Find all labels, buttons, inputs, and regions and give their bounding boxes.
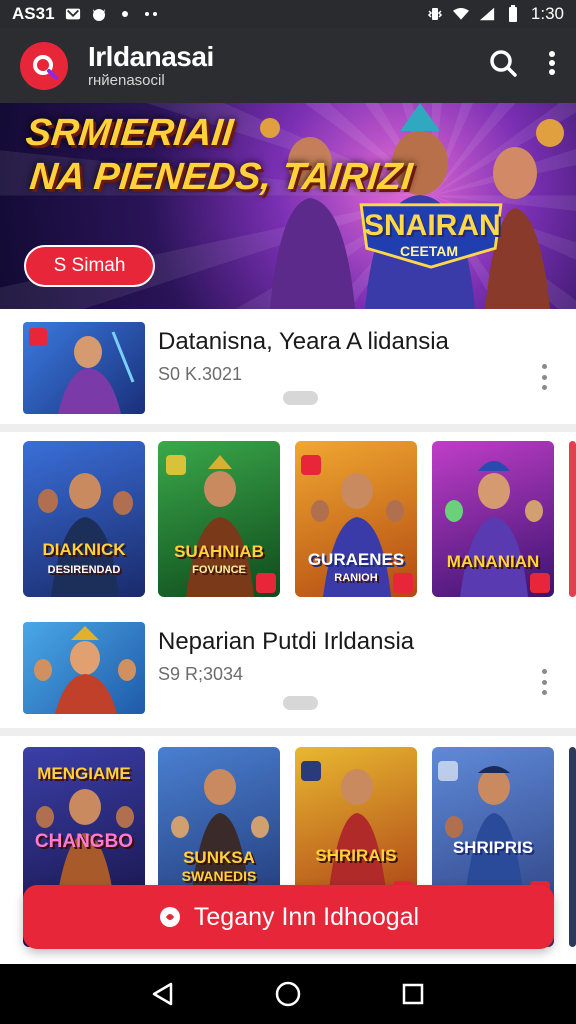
list-item[interactable]: Neparian Putdi Irldansia S9 R;3034 [0,612,576,722]
app-subtitle: rнйеnasocil [88,72,165,89]
game-card-title: MENGIAME [37,764,131,783]
clock: 1:30 [530,4,564,23]
card-badge-icon [256,573,276,593]
overflow-menu-icon[interactable] [548,50,556,81]
row-meta: S0 K.3021 [158,364,243,384]
status-bar: AS31 1:30 [0,0,576,28]
game-grid-1: DIAKNICK DESIRENDAD SUAHNIAB FOVUNCE GUR… [0,441,576,599]
game-card-subtitle: DESIRENDAD [47,564,121,576]
back-icon[interactable] [149,980,177,1008]
card-badge-icon [530,573,550,593]
game-card[interactable]: MANANIAN [432,441,554,597]
battery-icon [505,5,521,22]
row-thumbnail [23,622,145,714]
row-more-icon[interactable] [536,364,552,390]
row-more-icon[interactable] [536,669,552,695]
row-thumbnail [23,322,145,414]
list-item[interactable]: Datanisna, Yeara A lidansia S0 K.3021 [0,312,576,422]
cat-notification-icon [91,6,107,22]
app-logo-icon[interactable] [20,41,68,90]
row-title: Neparian Putdi Irldansia [158,628,415,655]
game-card-title: GURAENES [307,550,405,569]
game-card-partial[interactable] [569,441,576,597]
game-card-title: DIAKNICK [42,540,126,559]
fab-icon [158,905,182,929]
game-card-title: SUAHNIAB [174,542,264,561]
divider [0,424,576,432]
dot-notification-icon [117,6,133,22]
game-card[interactable]: GURAENES RANIOH [295,441,417,597]
system-nav-bar [0,964,576,1024]
banner-headline-line1: SRMIERIAII [23,112,236,154]
card-badge-icon [393,573,413,593]
row-indicator [283,696,318,710]
game-card-partial[interactable] [569,747,576,947]
recents-icon[interactable] [399,980,427,1008]
carrier-label: AS31 [12,4,55,23]
banner-cta-button[interactable]: S Simah [24,245,155,287]
game-logo-subtitle: CEETAM [400,243,459,259]
search-icon[interactable] [488,48,518,83]
game-card[interactable]: DIAKNICK DESIRENDAD [23,441,145,597]
app-title: Irldanasai [88,41,214,72]
hero-banner[interactable]: SRMIERIAII NA PIENEDS, TAIRIZI SNAIRAN C… [0,103,576,309]
mail-icon [65,6,81,22]
game-card-title: SHRIPRIS [452,838,534,857]
row-meta: S9 R;3034 [158,664,244,684]
banner-headline-line2: NA PIENEDS, TAIRIZI [27,156,415,198]
game-card-title: MANANIAN [446,552,540,571]
fab-label: Tegany Inn Idhoogal [193,902,420,931]
vibrate-icon [427,6,443,22]
row-title: Datanisna, Yeara A lidansia [158,328,449,355]
signal-icon [479,6,495,22]
home-icon[interactable] [274,980,302,1008]
game-card-title: SHRIRAIS [315,846,397,865]
game-card-subtitle: CHANGBO [34,831,134,852]
app-bar: Irldanasai rнйеnasocil [0,28,576,103]
game-card-title: SUNKSA [183,848,255,867]
row-indicator [283,391,318,405]
more-notifications-icon [143,6,159,22]
game-card-subtitle: SWANEDIS [181,868,257,884]
game-card[interactable]: SUAHNIAB FOVUNCE [158,441,280,597]
divider [0,728,576,736]
game-logo-title: SNAIRAN [364,209,501,242]
wifi-icon [452,6,469,22]
primary-action-button[interactable]: Tegany Inn Idhoogal [23,885,554,949]
